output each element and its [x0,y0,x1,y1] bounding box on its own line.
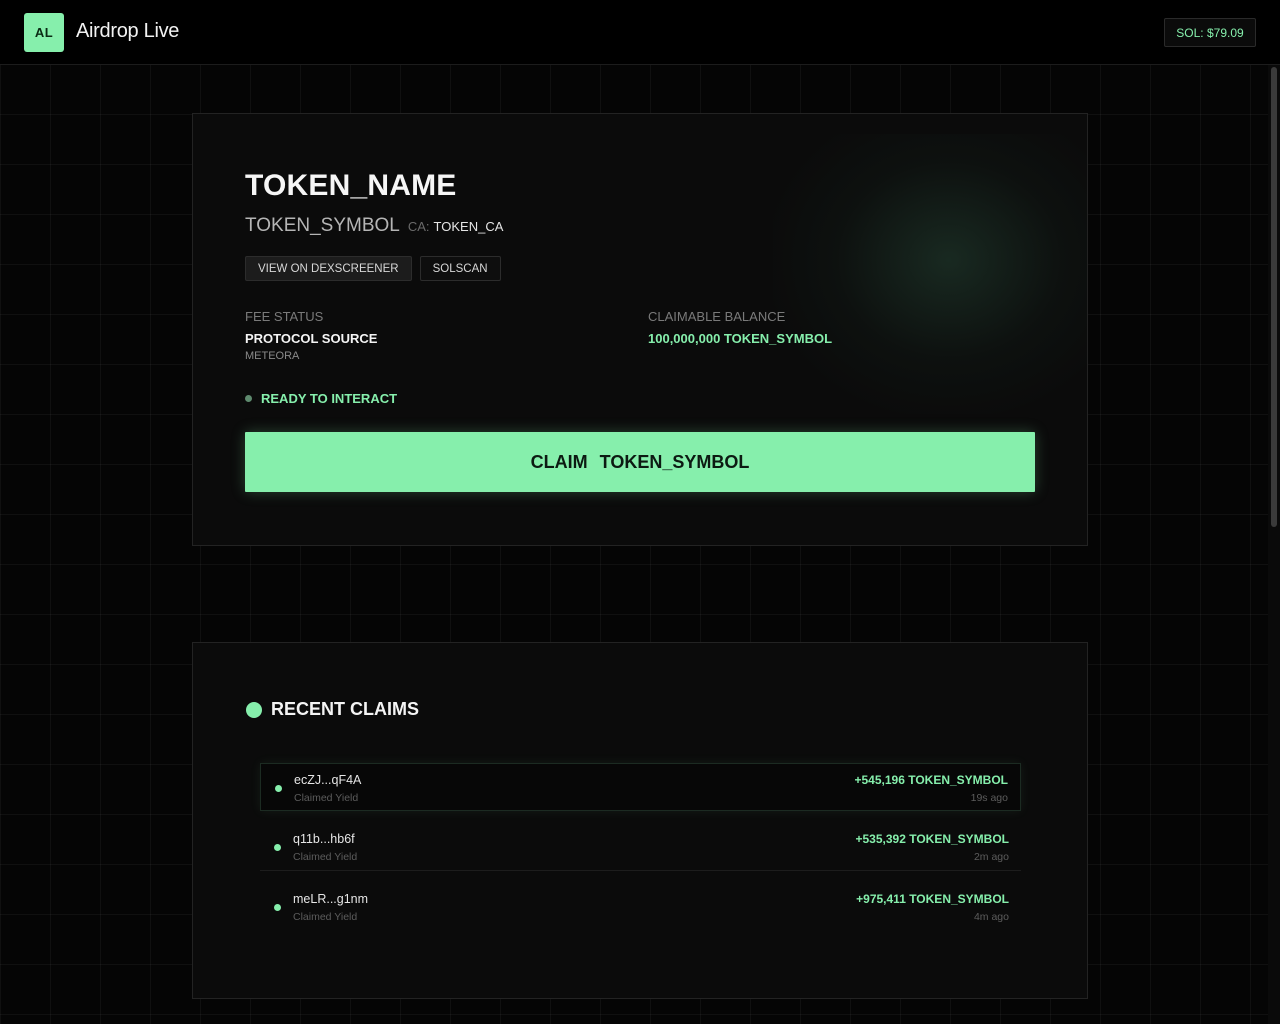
token-symbol-row: TOKEN_SYMBOL CA: TOKEN_CA [245,215,503,237]
fee-status-label: FEE STATUS [245,309,324,324]
claim-row[interactable]: ecZJ...qF4A Claimed Yield +545,196 TOKEN… [260,763,1021,811]
claims-list: ecZJ...qF4A Claimed Yield +545,196 TOKEN… [260,763,1021,943]
app-logo[interactable]: AL [24,13,64,52]
token-symbol: TOKEN_SYMBOL [245,215,400,236]
claim-label: Claimed Yield [293,911,358,923]
claim-label: Claimed Yield [293,851,358,863]
claim-amount: +975,411 TOKEN_SYMBOL [856,892,1009,906]
claim-time: 2m ago [973,851,1009,863]
claim-address: q11b...hb6f [293,832,355,846]
claimable-balance-value: 100,000,000 TOKEN_SYMBOL [648,331,833,346]
claimable-balance-label: CLAIMABLE BALANCE [648,309,786,324]
claim-label: Claimed Yield [294,792,359,804]
claim-time: 4m ago [973,911,1009,923]
protocol-source-value: METEORA [245,350,300,362]
claim-dot-icon [275,785,282,792]
protocol-source-label: PROTOCOL SOURCE [245,331,378,346]
recent-claims-title: RECENT CLAIMS [271,699,419,719]
solscan-button[interactable]: SOLSCAN [419,256,501,281]
recent-claims-header: RECENT CLAIMS [246,699,419,720]
app-title[interactable]: Airdrop Live [76,20,179,43]
claim-button-label: CLAIM [530,451,588,472]
claim-dot-icon [274,844,281,851]
page-scrollbar[interactable] [1268,65,1280,1024]
claim-row[interactable]: meLR...g1nm Claimed Yield +975,411 TOKEN… [260,883,1021,931]
claimable-balance-section: CLAIMABLE BALANCE 100,000,000 TOKEN_SYMB… [648,309,832,346]
sol-price-badge: SOL: $79.09 [1164,18,1256,47]
status-text: READY TO INTERACT [261,391,398,406]
claim-address: meLR...g1nm [293,892,369,906]
link-buttons: VIEW ON DEXSCREENER SOLSCAN [245,256,501,281]
token-name: TOKEN_NAME [245,169,457,202]
claim-amount: +545,196 TOKEN_SYMBOL [854,773,1008,787]
live-dot-icon [246,701,262,718]
fee-status-section: FEE STATUS PROTOCOL SOURCE METEORA [245,309,377,362]
contract-address[interactable]: TOKEN_CA [434,219,504,234]
status-dot-icon [245,395,252,402]
scrollbar-thumb[interactable] [1271,67,1277,527]
claim-button[interactable]: CLAIM TOKEN_SYMBOL [245,432,1035,492]
top-header: AL Airdrop Live SOL: $79.09 [0,0,1280,65]
token-card: TOKEN_NAME TOKEN_SYMBOL CA: TOKEN_CA VIE… [192,113,1088,546]
recent-claims-card: RECENT CLAIMS ecZJ...qF4A Claimed Yield … [192,642,1088,999]
claim-address: ecZJ...qF4A [294,773,362,787]
card-glow [773,134,1087,414]
claim-amount: +535,392 TOKEN_SYMBOL [855,832,1009,846]
status-indicator: READY TO INTERACT [245,391,397,406]
claim-button-symbol: TOKEN_SYMBOL [599,451,750,472]
claim-dot-icon [274,904,281,911]
ca-label: CA: [407,219,430,234]
dexscreener-button[interactable]: VIEW ON DEXSCREENER [245,256,412,281]
claim-time: 19s ago [970,792,1008,804]
claim-row[interactable]: q11b...hb6f Claimed Yield +535,392 TOKEN… [260,823,1021,871]
